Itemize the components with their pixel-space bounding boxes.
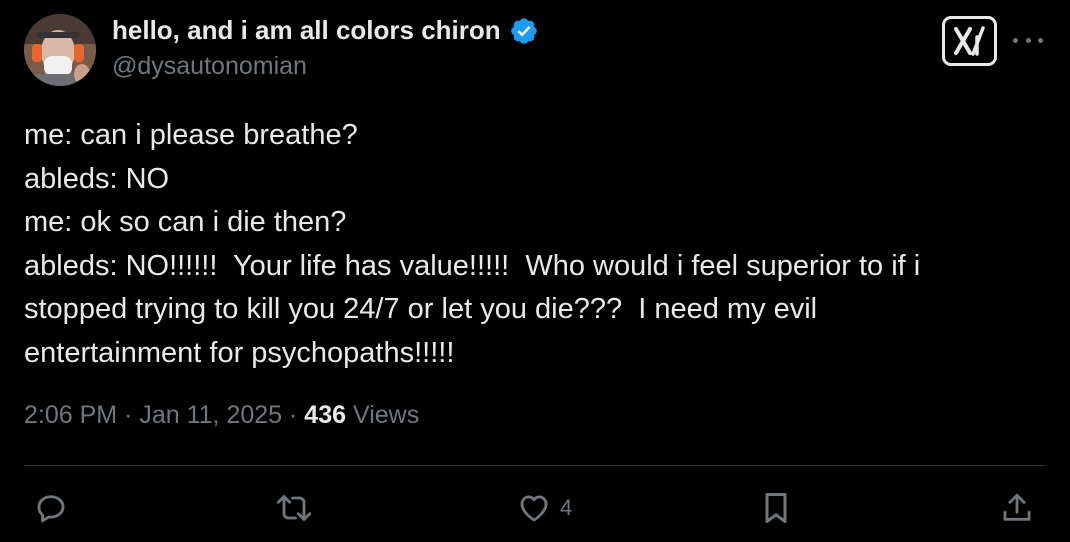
- bookmark-button[interactable]: [760, 490, 792, 526]
- x-logo-icon: [953, 26, 985, 56]
- more-button[interactable]: [1013, 30, 1043, 50]
- avatar-image: [24, 14, 96, 86]
- author-header: hello, and i am all colors chiron: [112, 15, 539, 46]
- tweet-time[interactable]: 2:06 PM: [24, 401, 117, 429]
- like-button[interactable]: 4: [516, 490, 572, 526]
- meta-separator: ·: [124, 401, 140, 429]
- share-button[interactable]: [1000, 490, 1034, 526]
- heart-icon: [520, 495, 548, 522]
- tweet-line: me: can i please breathe?: [24, 119, 358, 151]
- retweet-icon: [276, 495, 312, 521]
- tweet-line: ableds: NO!!!!!! Your life has value!!!!…: [24, 249, 921, 282]
- tweet-meta: 2:06 PM · Jan 11, 2025 · 436 Views: [24, 401, 419, 430]
- verified-badge-icon: [509, 16, 539, 46]
- tweet-line: ableds: NO: [24, 162, 170, 195]
- more-icon-dot: [1038, 37, 1043, 43]
- reply-button[interactable]: [34, 490, 68, 526]
- tweet-line: stopped trying to kill you 24/7 or let y…: [24, 293, 818, 325]
- tweet-line: me: ok so can i die then?: [24, 206, 347, 238]
- more-icon-dot: [1025, 37, 1031, 43]
- x-logo-button[interactable]: [942, 16, 997, 66]
- tweet-text: me: can i please breathe? ableds: NO me:…: [24, 114, 1034, 375]
- meta-separator: ·: [289, 401, 305, 429]
- retweet-button[interactable]: [274, 490, 314, 526]
- divider: [24, 465, 1046, 466]
- views-label: Views: [352, 401, 420, 429]
- author-display-name[interactable]: hello, and i am all colors chiron: [112, 15, 501, 46]
- author-handle[interactable]: @dysautonomian: [112, 52, 307, 81]
- more-icon-dot: [1013, 37, 1018, 43]
- share-icon: [1003, 493, 1031, 521]
- reply-icon: [37, 495, 65, 523]
- like-count: 4: [560, 495, 573, 520]
- bookmark-icon: [765, 493, 787, 523]
- views-count[interactable]: 436: [304, 401, 346, 429]
- avatar[interactable]: [24, 14, 96, 86]
- tweet-line: entertainment for psychopaths!!!!!: [24, 336, 455, 369]
- tweet-date[interactable]: Jan 11, 2025: [139, 401, 282, 429]
